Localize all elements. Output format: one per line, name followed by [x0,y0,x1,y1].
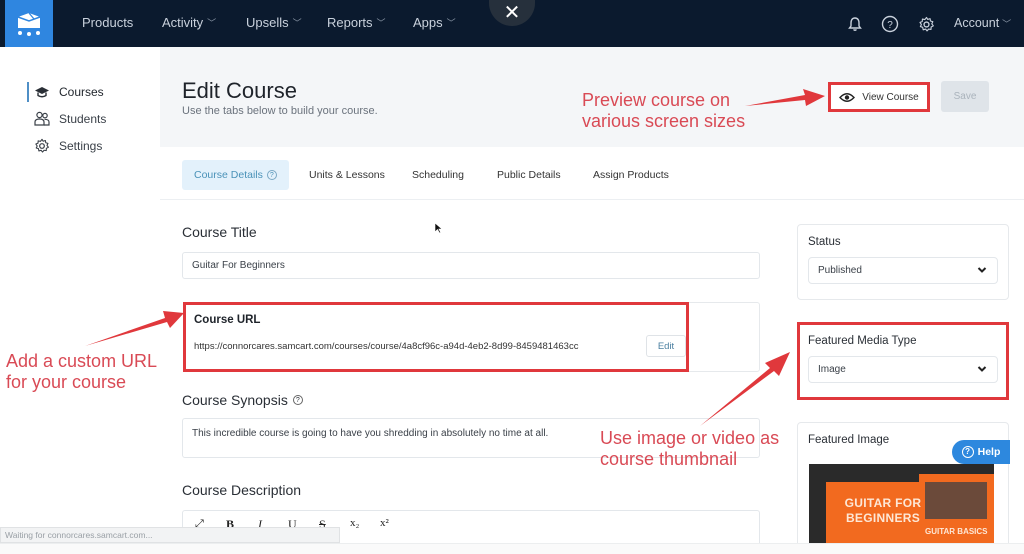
thumbnail-title: GUITAR FOR BEGINNERS [844,496,922,525]
course-synopsis-label: Course Synopsis ? [182,392,303,408]
tab-course-details[interactable]: Course Details? [182,160,289,190]
nav-products[interactable]: Products [82,15,133,30]
nav-activity[interactable]: Activity ﹀ [162,15,216,30]
featured-image-label: Featured Image [808,434,890,446]
nav-label: Activity [162,15,204,30]
browser-status-bar: Waiting for connorcares.samcart.com... [0,527,340,543]
status-label: Status [808,236,841,248]
nav-label: Products [82,15,134,30]
help-circle-icon: ? [961,446,974,458]
help-circle-icon: ? [266,170,277,180]
thumbnail-subtitle: GUITAR BASICS [925,527,988,536]
help-label: Help [977,446,1001,458]
status-select[interactable]: Published [808,257,998,284]
chevron-down-icon: ﹀ [1002,19,1012,29]
gear-icon [35,138,49,153]
status-value: Published [818,265,862,276]
tab-label: Course Details [194,169,263,181]
help-button-top[interactable]: ? [880,14,900,34]
logo[interactable] [5,0,53,47]
gear-icon [918,16,934,31]
tab-scheduling[interactable]: Scheduling [412,160,464,190]
course-title-label: Course Title [182,224,257,240]
help-widget-button[interactable]: ? Help [952,440,1010,464]
svg-text:?: ? [887,20,893,31]
tabs-bar [160,148,1024,200]
annotation-preview: Preview course on various screen sizes [582,90,746,131]
nav-apps[interactable]: Apps ﹀ [413,15,456,30]
nav-label: Reports [327,15,373,30]
chevron-down-icon: ﹀ [207,18,217,28]
bell-icon [848,17,862,31]
course-url-label: Course URL [194,314,261,326]
tab-units-lessons[interactable]: Units & Lessons [309,160,385,190]
sidebar-item-label: Courses [59,85,104,99]
bottom-strip [0,543,1024,554]
chevron-down-icon: ﹀ [446,18,456,28]
cursor-icon [434,222,443,234]
nav-reports[interactable]: Reports ﹀ [327,15,386,30]
close-icon: ✕ [503,1,521,24]
media-type-value: Image [818,364,846,375]
annotation-thumbnail: Use image or video as course thumbnail [600,428,780,469]
tab-assign-products[interactable]: Assign Products [593,160,669,190]
top-navigation-bar: Products Activity ﹀ Upsells ﹀ Reports ﹀ App… [0,0,1024,47]
tab-label: Scheduling [412,169,464,181]
users-icon [34,111,50,126]
graduation-cap-icon [35,87,49,98]
nav-label: Apps [413,15,443,30]
view-course-label: View Course [862,91,919,103]
course-title-input[interactable]: Guitar For Beginners [182,252,760,279]
superscript-button[interactable]: x² [380,517,389,529]
mouse-cursor [434,221,443,239]
course-description-label: Course Description [182,482,302,498]
annotation-url: Add a custom URL for your course [6,351,157,392]
page-subtitle: Use the tabs below to build your course. [182,105,378,117]
course-url-value: https://connorcares.samcart.com/courses/… [194,341,579,352]
help-circle-icon[interactable]: ? [292,395,303,405]
thumbnail-photo [925,482,987,519]
media-type-select[interactable]: Image [808,356,998,383]
tab-label: Public Details [497,169,561,181]
sidebar-item-label: Settings [59,139,103,153]
sidebar-item-label: Students [59,111,107,126]
subscript-button[interactable]: x₂ [350,517,359,529]
chevron-down-icon [977,267,987,273]
account-menu[interactable]: Account ﹀ [954,16,1011,30]
tab-public-details[interactable]: Public Details [497,160,561,190]
nav-upsells[interactable]: Upsells ﹀ [246,15,302,30]
chevron-down-icon [977,366,987,372]
featured-image-thumbnail[interactable]: GUITAR FOR BEGINNERS GUITAR BASICS [809,464,994,544]
media-type-label: Featured Media Type [808,335,917,347]
tab-label: Assign Products [593,169,669,181]
view-course-button[interactable]: View Course [828,82,930,112]
save-button[interactable]: Save [941,81,989,112]
account-label: Account [954,16,1000,30]
sidebar-item-students[interactable]: Students [34,111,106,126]
page-title: Edit Course [182,78,297,103]
nav-label: Upsells [246,15,289,30]
annotation-highlight-box [183,302,689,372]
eye-icon [839,92,856,102]
edit-url-button[interactable]: Edit [646,335,686,357]
sidebar-item-courses[interactable]: Courses [27,82,104,102]
sidebar-item-settings[interactable]: Settings [34,138,102,154]
tab-label: Units & Lessons [309,169,385,181]
notifications-button[interactable] [845,14,865,34]
close-button[interactable]: ✕ [489,0,535,26]
chevron-down-icon: ﹀ [376,18,386,28]
settings-button-top[interactable] [916,14,936,34]
synopsis-label-text: Course Synopsis [182,392,288,408]
help-circle-icon: ? [881,15,899,33]
shopping-cart-box-icon [17,12,41,36]
chevron-down-icon: ﹀ [292,18,302,28]
